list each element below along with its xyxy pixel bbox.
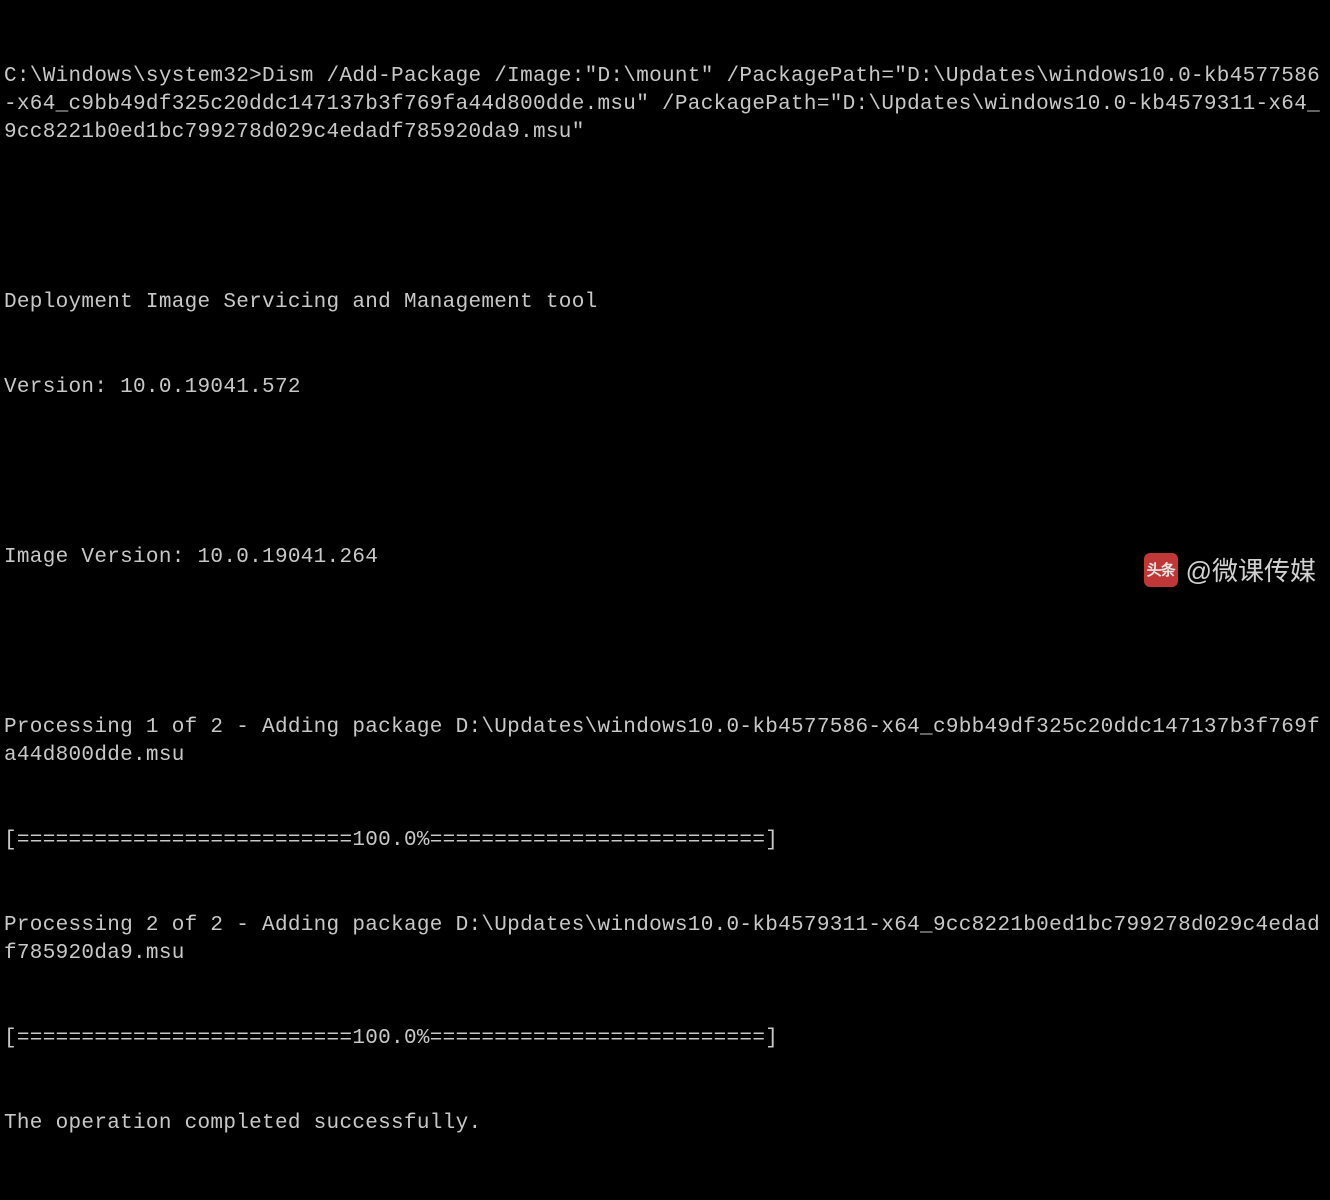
terminal-line: Processing 2 of 2 - Adding package D:\Up… xyxy=(4,912,1326,969)
blank-line xyxy=(4,459,1326,487)
watermark-logo-text: 头条 xyxy=(1147,559,1175,580)
terminal-output[interactable]: C:\Windows\system32>Dism /Add-Package /I… xyxy=(0,0,1330,1200)
terminal-line: [==========================100.0%=======… xyxy=(4,827,1326,855)
watermark: 头条 @微课传媒 xyxy=(1144,551,1316,588)
blank-line xyxy=(4,1195,1326,1200)
watermark-handle: @微课传媒 xyxy=(1186,551,1316,588)
terminal-line: [==========================100.0%=======… xyxy=(4,1025,1326,1053)
watermark-logo-icon: 头条 xyxy=(1144,553,1178,587)
terminal-line: Image Version: 10.0.19041.264 xyxy=(4,544,1326,572)
blank-line xyxy=(4,629,1326,657)
terminal-line: C:\Windows\system32>Dism /Add-Package /I… xyxy=(4,63,1326,148)
terminal-line: The operation completed successfully. xyxy=(4,1110,1326,1138)
terminal-line: Deployment Image Servicing and Managemen… xyxy=(4,289,1326,317)
terminal-line: Version: 10.0.19041.572 xyxy=(4,374,1326,402)
terminal-line: Processing 1 of 2 - Adding package D:\Up… xyxy=(4,714,1326,771)
blank-line xyxy=(4,204,1326,232)
